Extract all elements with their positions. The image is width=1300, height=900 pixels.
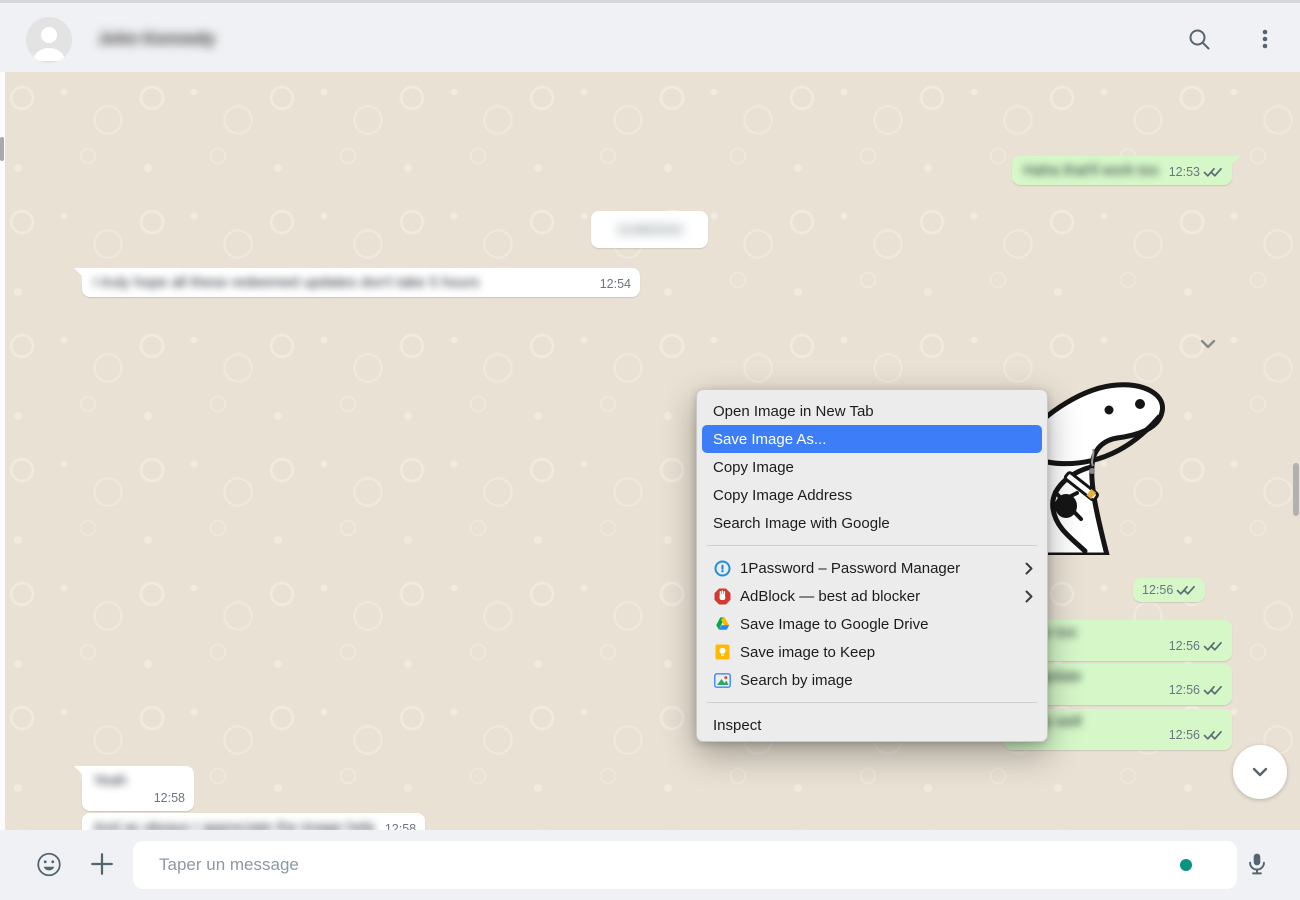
- message-bubble-incoming[interactable]: I truly hope all these redeemed updates …: [82, 268, 640, 297]
- message-bubble-incoming[interactable]: Yeah 12:58: [82, 766, 194, 811]
- message-text: I truly hope all these redeemed updates …: [93, 274, 479, 291]
- message-meta: 12:53: [1169, 165, 1223, 179]
- double-check-icon: [1176, 584, 1196, 596]
- date-divider: 21/08/2023: [591, 211, 708, 248]
- menu-item-save-image-to-google-drive[interactable]: Save Image to Google Drive: [697, 610, 1047, 638]
- message-time: 12:56: [1169, 639, 1200, 653]
- submenu-chevron-icon: [1025, 590, 1033, 603]
- 1password-icon: [713, 559, 731, 577]
- double-check-icon: [1203, 684, 1223, 696]
- message-text: Yeah: [93, 772, 185, 789]
- attach-plus-icon[interactable]: [89, 851, 115, 877]
- menu-item-adblock[interactable]: AdBlock — best ad blocker: [697, 582, 1047, 610]
- menu-item-search-by-image[interactable]: Search by image: [697, 666, 1047, 694]
- menu-item-save-image-as[interactable]: Save Image As...: [702, 425, 1042, 453]
- menu-item-1password[interactable]: 1Password – Password Manager: [697, 554, 1047, 582]
- message-time: 12:56: [1142, 583, 1173, 597]
- double-check-icon: [1203, 640, 1223, 652]
- browser-context-menu: Open Image in New Tab Save Image As... C…: [696, 389, 1048, 742]
- message-time: 12:53: [1169, 165, 1200, 179]
- google-keep-icon: [713, 643, 731, 661]
- contact-name[interactable]: John Kennedy: [98, 3, 215, 75]
- google-drive-icon: [713, 615, 731, 633]
- message-composer-bar: Taper un message: [0, 830, 1300, 900]
- message-input[interactable]: Taper un message: [133, 841, 1237, 889]
- menu-item-copy-image-address[interactable]: Copy Image Address: [697, 481, 1047, 509]
- chat-header: John Kennedy: [0, 0, 1300, 72]
- menu-separator: [707, 545, 1037, 546]
- left-panel-scrollbar-thumb[interactable]: [0, 137, 4, 161]
- message-bubble-outgoing[interactable]: Haha that'll work too 12:53: [1012, 156, 1232, 185]
- menu-separator: [707, 702, 1037, 703]
- message-input-placeholder: Taper un message: [159, 855, 299, 875]
- menu-item-inspect[interactable]: Inspect: [697, 711, 1047, 739]
- emoji-picker-icon[interactable]: [36, 851, 62, 877]
- message-time: 12:54: [600, 277, 631, 291]
- avatar[interactable]: [26, 17, 72, 63]
- sticker-time-badge: 12:56: [1133, 578, 1205, 602]
- message-options-chevron-icon[interactable]: [1194, 336, 1222, 359]
- message-time: 12:56: [1169, 728, 1200, 742]
- menu-item-copy-image[interactable]: Copy Image: [697, 453, 1047, 481]
- left-panel-edge: [0, 72, 5, 900]
- chat-scrollbar-thumb[interactable]: [1293, 463, 1299, 516]
- message-time: 12:58: [154, 791, 185, 805]
- search-by-image-icon: [713, 671, 731, 689]
- chat-message-panel: Haha that'll work too 12:53 21/08/2023 I…: [0, 72, 1300, 830]
- message-meta: 12:54: [600, 277, 631, 291]
- message-text: Haha that'll work too: [1023, 162, 1158, 179]
- default-avatar-icon: [26, 17, 72, 63]
- scroll-to-bottom-button[interactable]: [1233, 745, 1287, 799]
- kebab-menu-icon[interactable]: [1252, 26, 1278, 52]
- double-check-icon: [1203, 729, 1223, 741]
- menu-item-search-image-with-google[interactable]: Search Image with Google: [697, 509, 1047, 537]
- presence-dot: [1180, 859, 1192, 871]
- voice-message-mic-icon[interactable]: [1244, 851, 1270, 877]
- adblock-icon: [713, 587, 731, 605]
- submenu-chevron-icon: [1025, 562, 1033, 575]
- menu-item-save-image-to-keep[interactable]: Save image to Keep: [697, 638, 1047, 666]
- menu-item-open-image-new-tab[interactable]: Open Image in New Tab: [697, 397, 1047, 425]
- message-time: 12:56: [1169, 683, 1200, 697]
- chevron-down-icon: [1246, 758, 1274, 786]
- search-icon[interactable]: [1186, 26, 1212, 52]
- double-check-icon: [1203, 166, 1223, 178]
